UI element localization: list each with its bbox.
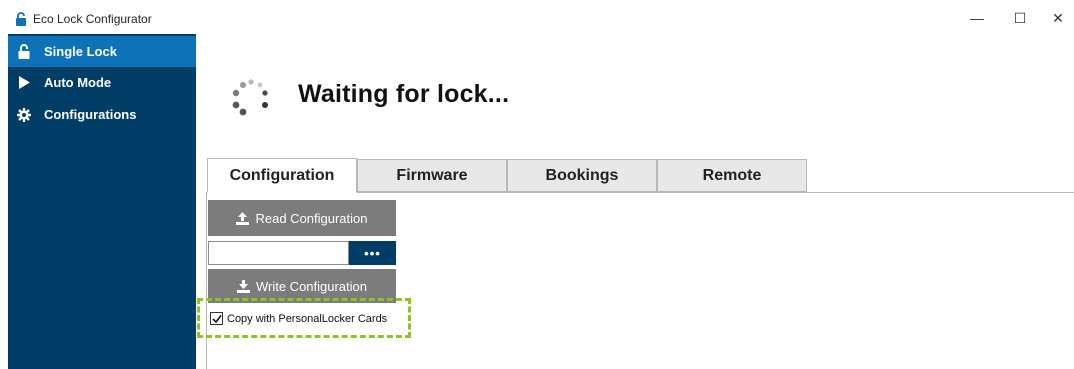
download-icon [236, 279, 250, 293]
minimize-button[interactable]: — [962, 6, 992, 30]
sidebar-item-label: Configurations [44, 107, 137, 122]
read-configuration-button[interactable]: Read Configuration [208, 200, 396, 236]
sidebar: Single Lock Auto Mode Configurations [8, 34, 196, 369]
sidebar-item-configurations[interactable]: Configurations [8, 99, 196, 130]
spinner-icon [231, 79, 271, 119]
sidebar-item-single-lock[interactable]: Single Lock [8, 36, 196, 67]
upload-icon [236, 211, 250, 225]
tab-remote[interactable]: Remote [657, 159, 807, 192]
tab-bookings[interactable]: Bookings [507, 159, 657, 192]
close-button[interactable]: ✕ [1043, 6, 1073, 30]
write-configuration-label: Write Configuration [255, 278, 368, 294]
gear-icon [16, 107, 32, 123]
play-icon [16, 75, 32, 91]
config-file-path-input[interactable] [208, 241, 349, 265]
copy-personallocker-checkbox[interactable] [210, 312, 223, 325]
status-heading: Waiting for lock... [298, 80, 510, 108]
browse-button[interactable]: ••• [349, 241, 396, 265]
tab-configuration[interactable]: Configuration [207, 158, 357, 193]
sidebar-item-label: Single Lock [44, 44, 117, 59]
title-bar: Eco Lock Configurator — ☐ ✕ [0, 0, 1074, 34]
app-window: Eco Lock Configurator — ☐ ✕ Single Lock … [0, 0, 1074, 369]
tab-firmware[interactable]: Firmware [357, 159, 507, 192]
sidebar-item-label: Auto Mode [44, 75, 112, 90]
copy-personallocker-label: Copy with PersonalLocker Cards [227, 312, 388, 325]
read-configuration-label: Read Configuration [255, 210, 368, 226]
unlock-icon [16, 44, 32, 60]
copy-personallocker-checkbox-row[interactable]: Copy with PersonalLocker Cards [210, 312, 387, 325]
app-lock-icon [14, 12, 28, 26]
maximize-button[interactable]: ☐ [1005, 6, 1035, 30]
window-title: Eco Lock Configurator [33, 12, 152, 26]
sidebar-item-auto-mode[interactable]: Auto Mode [8, 67, 196, 98]
